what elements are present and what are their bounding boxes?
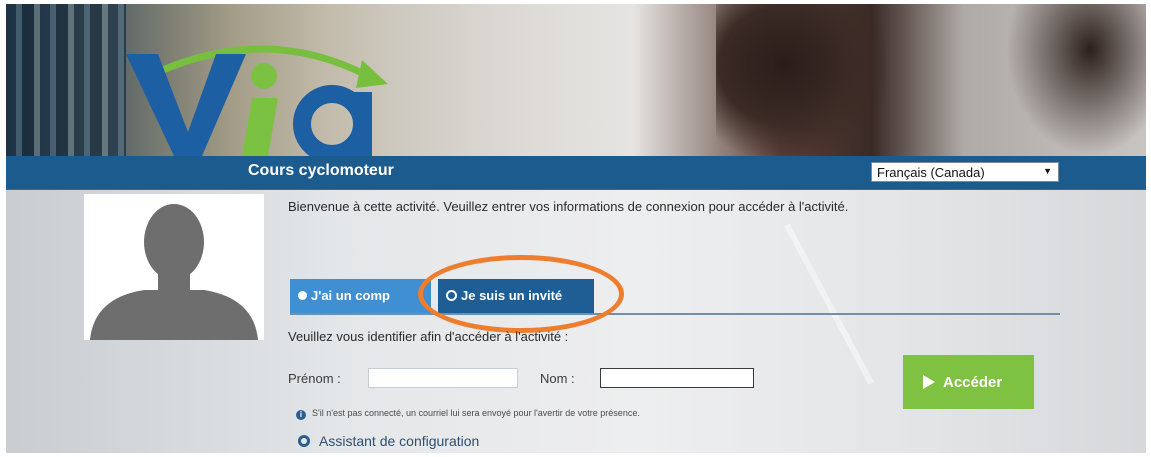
info-icon: i [296,410,306,420]
configuration-wizard-label: Assistant de configuration [319,433,480,449]
login-page: Cours cyclomoteur Français (Canada) ▼ Bi… [6,4,1146,453]
user-silhouette-icon [90,204,258,340]
tab-account[interactable]: J'ai un comp [290,279,431,313]
dropdown-arrow-icon: ▼ [1043,166,1052,176]
header-band: Cours cyclomoteur Français (Canada) ▼ [6,156,1146,190]
wizard-circle-icon [298,435,310,447]
last-name-input[interactable] [600,368,754,388]
highlight-circle-annotation [418,255,624,333]
via-logo [126,45,388,159]
login-tabs: J'ai un comp Je suis un invité [290,279,1060,317]
first-name-label: Prénom : [288,371,341,386]
welcome-message: Bienvenue à cette activité. Veuillez ent… [288,199,849,214]
guest-note: i S'il n'est pas connecté, un courriel lu… [296,408,640,420]
avatar-placeholder [84,194,264,340]
identify-instructions: Veuillez vous identifier afin d'accéder … [288,329,569,344]
course-title: Cours cyclomoteur [248,162,394,179]
play-icon [923,375,935,389]
guest-note-text: S'il n'est pas connecté, un courriel lui… [312,408,640,418]
hero-photo-person [716,4,886,156]
language-select[interactable]: Français (Canada) ▼ [871,162,1059,182]
tab-account-label: J'ai un comp [311,288,390,303]
access-button-label: Accéder [943,374,1003,391]
tab-underline [290,313,1060,315]
radio-dot-icon [298,291,307,300]
configuration-wizard-link[interactable]: Assistant de configuration [298,433,479,449]
last-name-label: Nom : [540,371,575,386]
access-button[interactable]: Accéder [903,355,1034,409]
hero-photo-person-shadow [1006,4,1146,156]
language-select-value: Français (Canada) [877,165,985,180]
first-name-input[interactable] [368,368,518,388]
hero-bookshelf [6,4,126,156]
